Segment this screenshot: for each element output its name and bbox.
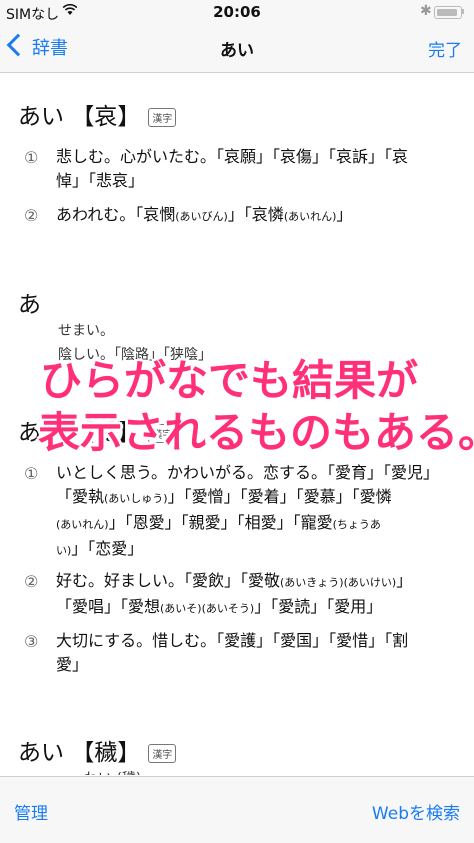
done-button[interactable]: 完了 bbox=[428, 36, 462, 61]
clock: 20:06 bbox=[213, 3, 261, 21]
sense-number: ② bbox=[24, 572, 39, 591]
definition-text: あわれむ。「哀憫 bbox=[56, 205, 176, 224]
sense-number: ③ bbox=[24, 632, 39, 651]
definition-text: 好む。好ましい。「愛飲」「愛敬 bbox=[56, 571, 281, 590]
entry-kanji: 【穢】 bbox=[71, 740, 141, 766]
definition-line: い)」「恋愛」 bbox=[56, 537, 454, 563]
ruby-reading: (あいきょう) bbox=[280, 576, 344, 589]
entry-kanji: 【哀】 bbox=[71, 104, 141, 130]
battery-tip bbox=[462, 9, 464, 14]
definition-text: 」 bbox=[396, 571, 413, 590]
ruby-reading: (あいれん) bbox=[283, 210, 337, 223]
definition-line: せまい。 bbox=[58, 323, 114, 339]
bottom-toolbar: 管理 Webを検索 bbox=[0, 776, 474, 843]
battery-level bbox=[437, 9, 457, 16]
sense-number: ① bbox=[24, 148, 39, 167]
ruby-reading: (あいけい) bbox=[343, 576, 397, 589]
definition-line: 「愛執(あいしゅう)」「愛憎」「愛着」「愛慕」「愛憐 bbox=[56, 485, 454, 511]
entry-heading: あい 【穢】 漢字 bbox=[18, 733, 177, 767]
battery-icon bbox=[434, 6, 462, 19]
definition-line: 好む。好ましい。「愛飲」「愛敬(あいきょう)(あいけい)」 bbox=[56, 569, 454, 595]
ruby-reading: (あいそ) bbox=[160, 602, 202, 615]
entry-reading: あい bbox=[18, 740, 64, 766]
annotation-line-1: ひらがなでも結果が bbox=[40, 356, 419, 405]
sense-definition: 好む。好ましい。「愛飲」「愛敬(あいきょう)(あいけい)」 「愛唱」「愛想(あい… bbox=[56, 569, 454, 621]
ruby-reading: (あいびん) bbox=[175, 210, 228, 223]
ruby-reading: (あいそう) bbox=[201, 602, 255, 615]
definition-text: 」 bbox=[336, 205, 353, 224]
definition-line: 悼」「悲哀」 bbox=[56, 171, 145, 190]
web-search-button[interactable]: Webを検索 bbox=[372, 799, 460, 824]
definition-text: 」「愛憎」「愛着」「愛慕」「愛憐 bbox=[167, 487, 392, 506]
page-title: あい bbox=[220, 41, 254, 61]
definition-line: いとしく思う。かわいがる。恋する。「愛育」「愛児」 bbox=[56, 463, 440, 482]
definition-line: 大切にする。惜しむ。「愛護」「愛国」「愛惜」「割 bbox=[56, 631, 409, 650]
definition-line: 愛」 bbox=[56, 655, 89, 674]
sense-definition: いとしく思う。かわいがる。恋する。「愛育」「愛児」 「愛執(あいしゅう)」「愛憎… bbox=[56, 461, 454, 563]
manage-button[interactable]: 管理 bbox=[14, 799, 48, 824]
definition-text: 「愛唱」「愛想 bbox=[56, 597, 161, 616]
sense-definition: 大切にする。惜しむ。「愛護」「愛国」「愛惜」「割 愛」 bbox=[56, 629, 454, 677]
entry-reading: あい bbox=[18, 104, 64, 130]
definition-line: 「愛唱」「愛想(あいそ)(あいそう)」「愛読」「愛用」 bbox=[56, 595, 454, 621]
status-bar: SIMなし 20:06 ✱ bbox=[0, 0, 474, 24]
ruby-reading: い) bbox=[56, 544, 72, 557]
sense-number: ② bbox=[24, 206, 39, 225]
annotation-overlay: ひらがなでも結果が 表示されるものもある。 bbox=[0, 349, 474, 459]
definition-text: 」「恋愛」 bbox=[71, 539, 144, 558]
ruby-reading: (ちょうあ bbox=[332, 518, 381, 531]
sense-definition: あわれむ。「哀憫(あいびん)」「哀憐(あいれん)」 bbox=[56, 203, 454, 229]
ruby-reading: (あいれん) bbox=[56, 518, 109, 531]
bluetooth-icon: ✱ bbox=[420, 3, 432, 19]
kanji-badge: 漢字 bbox=[148, 744, 177, 763]
dictionary-content[interactable]: あい 【哀】 漢字 ① 悲しむ。心がいたむ。「哀願」「哀傷」「哀訴」「哀 悼」「悲… bbox=[0, 73, 474, 775]
definition-text: 「愛執 bbox=[56, 487, 105, 506]
partial-definition: …わい (穢) bbox=[70, 767, 468, 775]
entry-reading: あ bbox=[18, 292, 41, 318]
definition-text: 」「哀憐 bbox=[227, 205, 284, 224]
definition-text: 」「恩愛」「親愛」「相愛」「寵愛 bbox=[108, 513, 333, 532]
definition-line: 悲しむ。心がいたむ。「哀願」「哀傷」「哀訴」「哀 bbox=[56, 147, 409, 166]
entry-heading: あい 【哀】 漢字 bbox=[18, 97, 177, 131]
sense-definition: 悲しむ。心がいたむ。「哀願」「哀傷」「哀訴」「哀 悼」「悲哀」 bbox=[56, 145, 454, 193]
annotation-line-2: 表示されるものもある。 bbox=[38, 408, 474, 457]
definition-text: 」「愛読」「愛用」 bbox=[254, 597, 383, 616]
ruby-reading: (あいしゅう) bbox=[104, 492, 168, 505]
definition-line: (あいれん)」「恩愛」「親愛」「相愛」「寵愛(ちょうあ bbox=[56, 511, 454, 537]
navigation-bar: 辞書 あい 完了 bbox=[0, 24, 474, 73]
kanji-badge: 漢字 bbox=[148, 108, 177, 127]
sense-number: ① bbox=[24, 464, 39, 483]
